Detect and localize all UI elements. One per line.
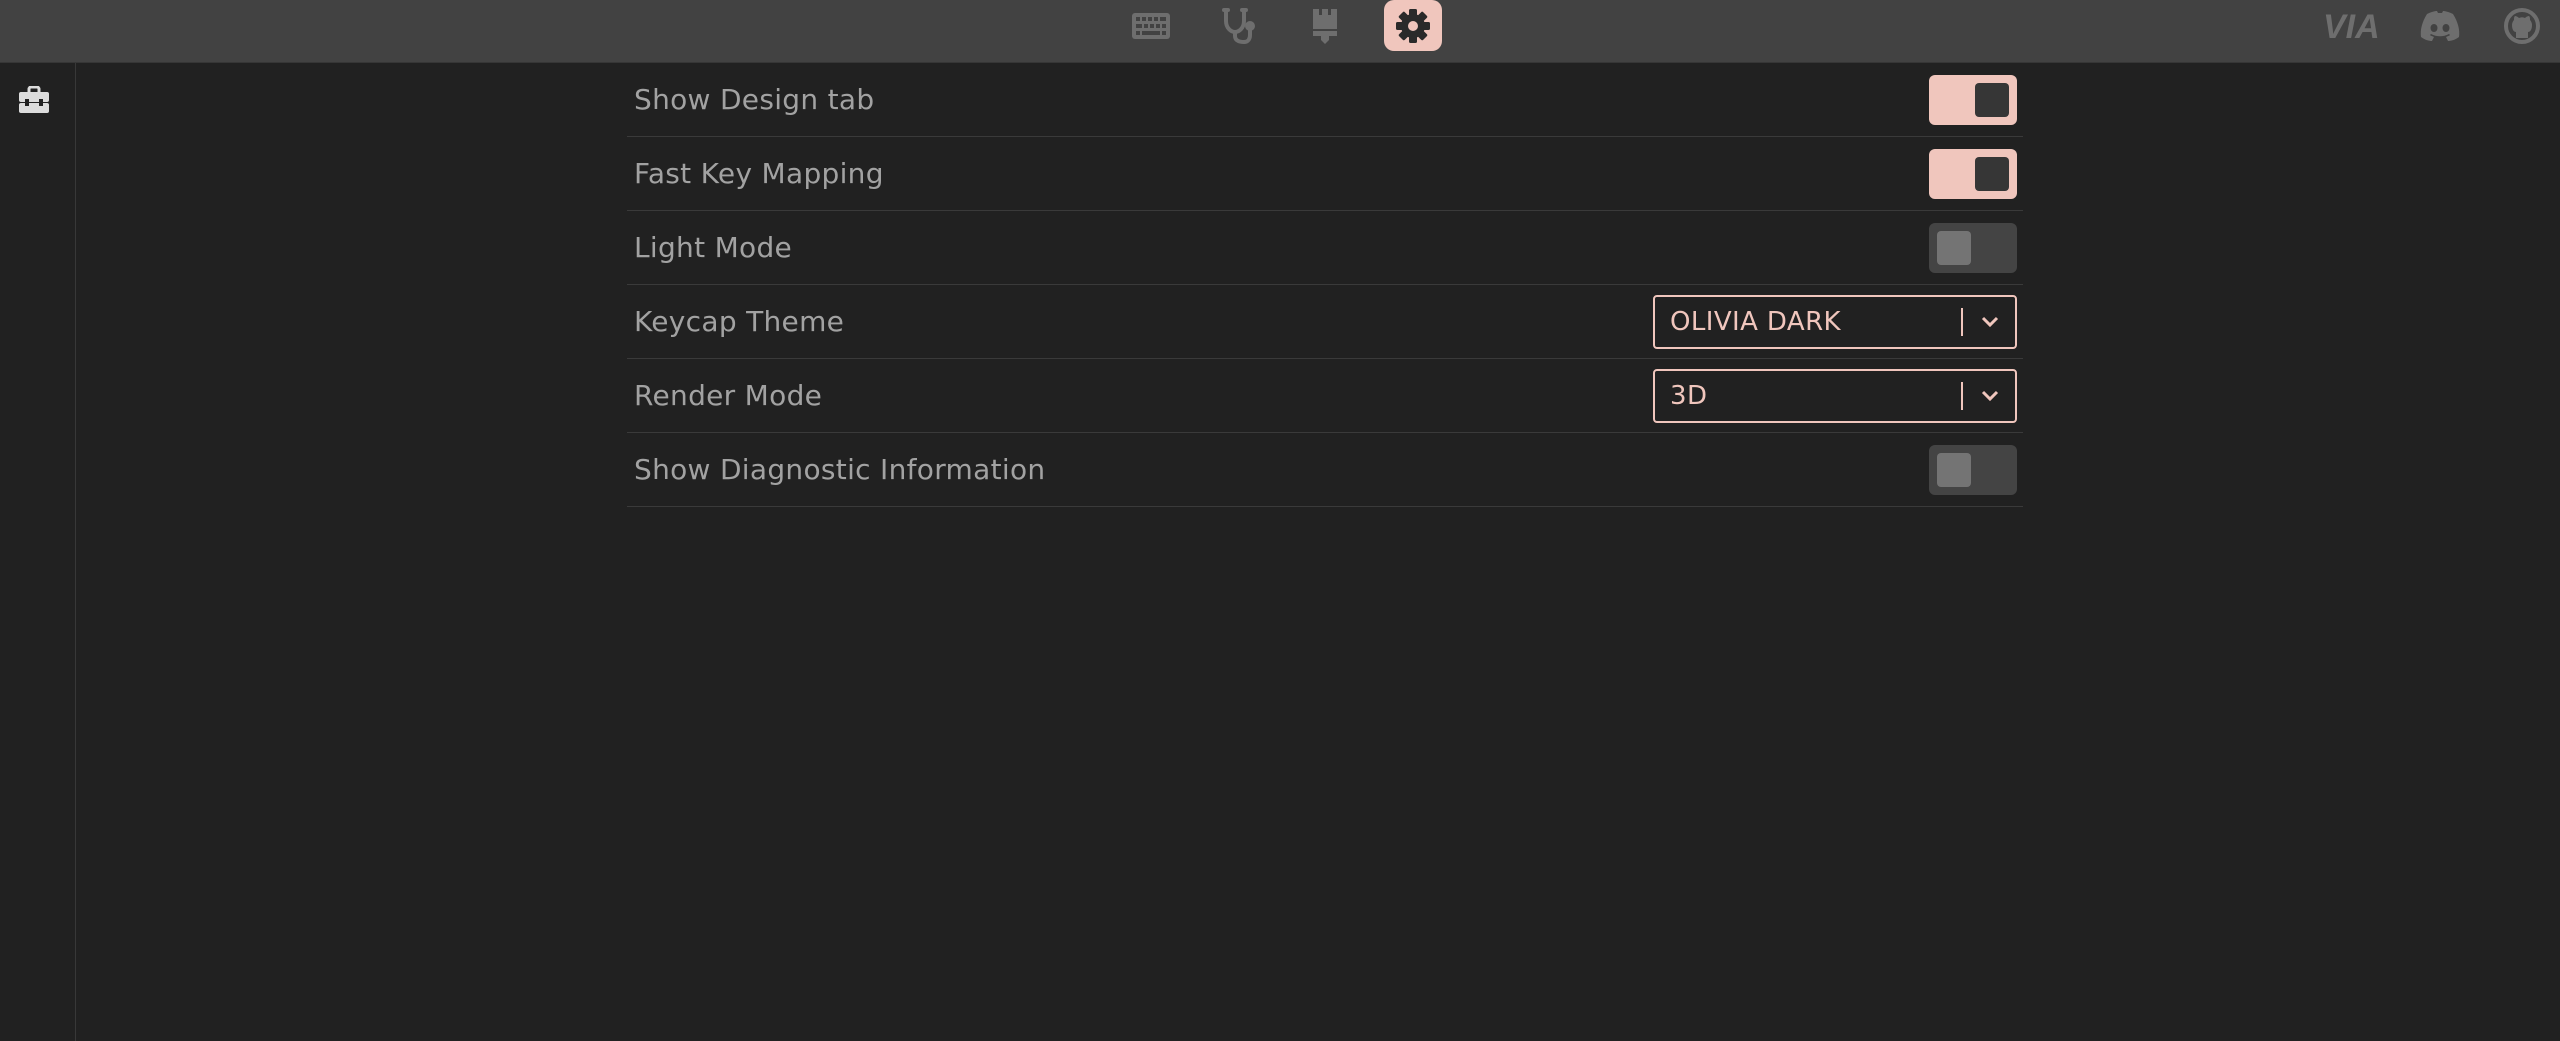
toggle-knob xyxy=(1975,156,2009,191)
setting-row-light-mode: Light Mode xyxy=(627,211,2023,285)
select-separator xyxy=(1961,307,1963,336)
setting-label: Show Design tab xyxy=(634,83,875,116)
toggle-knob xyxy=(1937,452,1971,487)
chevron-down-icon[interactable] xyxy=(1977,384,2003,408)
chevron-down-icon[interactable] xyxy=(1977,310,2003,334)
main-content: Show Design tab Fast Key Mapping Light M… xyxy=(77,63,2560,1041)
setting-row-fast-key-mapping: Fast Key Mapping xyxy=(627,137,2023,211)
gear-icon[interactable] xyxy=(1384,0,1442,51)
keycap-theme-select[interactable]: OLIVIA DARK xyxy=(1653,294,2017,349)
select-separator xyxy=(1961,381,1963,410)
setting-row-render-mode: Render Mode 3D xyxy=(627,359,2023,433)
toggle-knob xyxy=(1937,230,1971,265)
light-mode-toggle[interactable] xyxy=(1929,222,2017,273)
stethoscope-icon[interactable] xyxy=(1209,0,1267,51)
fast-key-mapping-toggle[interactable] xyxy=(1929,148,2017,199)
setting-label: Fast Key Mapping xyxy=(634,157,884,190)
setting-label: Keycap Theme xyxy=(634,305,845,338)
toggle-knob xyxy=(1975,82,2009,117)
setting-row-show-diagnostic-information: Show Diagnostic Information xyxy=(627,433,2023,507)
show-diagnostic-information-toggle[interactable] xyxy=(1929,444,2017,495)
settings-list: Show Design tab Fast Key Mapping Light M… xyxy=(627,63,2023,507)
toolbox-icon[interactable] xyxy=(16,85,52,115)
setting-label: Render Mode xyxy=(634,379,823,412)
discord-icon[interactable] xyxy=(2418,6,2462,46)
paintbrush-icon[interactable] xyxy=(1296,0,1354,51)
github-icon[interactable] xyxy=(2501,6,2543,46)
setting-row-keycap-theme: Keycap Theme OLIVIA DARK xyxy=(627,285,2023,359)
svg-text:VIA: VIA xyxy=(2323,9,2380,43)
keyboard-icon[interactable] xyxy=(1122,0,1180,51)
setting-label: Show Diagnostic Information xyxy=(634,453,1046,486)
via-logo-text: VIA xyxy=(2323,9,2380,43)
sidebar xyxy=(0,63,76,1041)
top-navigation-bar: VIA xyxy=(0,0,2560,63)
setting-label: Light Mode xyxy=(634,231,793,264)
select-value: OLIVIA DARK xyxy=(1670,306,1841,337)
select-value: 3D xyxy=(1670,380,1708,411)
setting-row-show-design-tab: Show Design tab xyxy=(627,63,2023,137)
render-mode-select[interactable]: 3D xyxy=(1653,368,2017,423)
show-design-tab-toggle[interactable] xyxy=(1929,74,2017,125)
via-logo[interactable]: VIA xyxy=(2322,6,2384,46)
